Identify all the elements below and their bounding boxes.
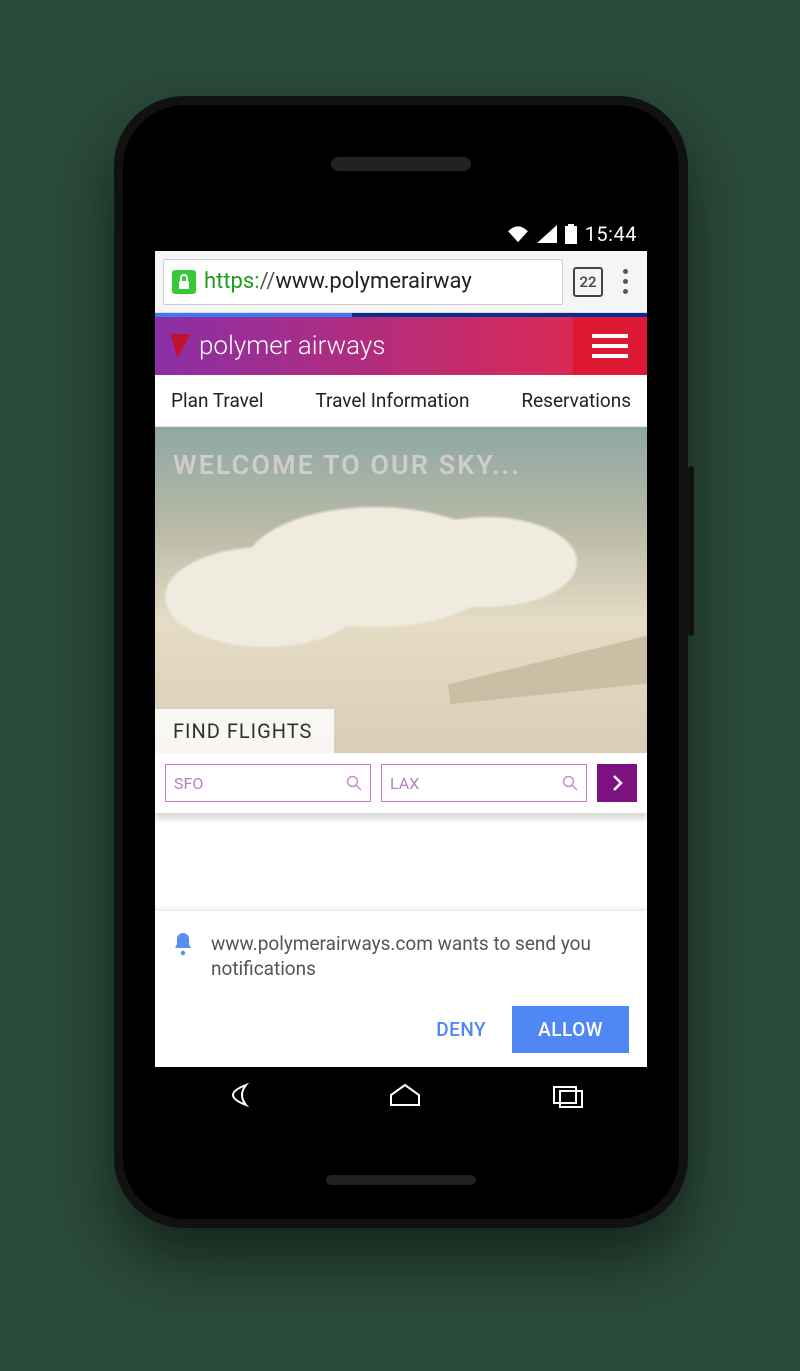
android-status-bar: 15:44 <box>155 217 647 251</box>
brand-name: polymer airways <box>199 331 385 361</box>
earpiece-speaker <box>331 157 471 171</box>
url-bar[interactable]: https://www.polymerairway <box>163 259 563 305</box>
search-icon <box>562 775 578 791</box>
airplane-wing-decoration <box>445 632 647 705</box>
brand-logo-icon <box>167 334 190 358</box>
url-scheme: https: <box>204 269 260 294</box>
bottom-speaker <box>326 1175 476 1185</box>
power-button <box>688 466 694 636</box>
allow-button[interactable]: ALLOW <box>512 1006 629 1053</box>
phone-bezel: 15:44 https://www.polymerairway 22 <box>123 105 679 1219</box>
tab-switcher-button[interactable]: 22 <box>573 267 603 297</box>
hamburger-menu-button[interactable] <box>573 317 647 375</box>
brand[interactable]: polymer airways <box>155 317 573 375</box>
hero-title: WELCOME TO OUR SKY... <box>155 427 647 481</box>
nav-item-travel-information[interactable]: Travel Information <box>315 389 469 412</box>
url-slashes: // <box>260 269 276 294</box>
url-domain: www.polymerairway <box>275 269 471 294</box>
lock-icon <box>172 270 196 294</box>
cell-signal-icon <box>537 225 557 243</box>
wifi-icon <box>507 225 529 243</box>
recents-button[interactable] <box>546 1081 586 1113</box>
notification-permission-dialog: www.polymerairways.com wants to send you… <box>155 911 647 1067</box>
cloud-decoration <box>397 517 577 607</box>
find-flights-tab[interactable]: FIND FLIGHTS <box>155 709 334 753</box>
nav-item-reservations[interactable]: Reservations <box>521 389 631 412</box>
hero: WELCOME TO OUR SKY... FIND FLIGHTS <box>155 427 647 753</box>
flight-search-row: SFO LAX <box>155 753 647 813</box>
deny-button[interactable]: DENY <box>436 1018 486 1041</box>
to-airport-input[interactable]: LAX <box>381 764 587 802</box>
battery-icon <box>565 224 577 244</box>
phone-frame: 15:44 https://www.polymerairway 22 <box>114 96 688 1228</box>
android-nav-bar <box>155 1067 647 1127</box>
site-header: polymer airways <box>155 317 647 375</box>
browser-menu-button[interactable] <box>613 263 637 301</box>
to-airport-value: LAX <box>390 774 419 793</box>
tab-count: 22 <box>579 273 596 291</box>
home-button[interactable] <box>385 1081 425 1113</box>
status-time: 15:44 <box>585 222 637 246</box>
search-icon <box>346 775 362 791</box>
search-submit-button[interactable] <box>597 764 637 802</box>
cloud-decoration <box>165 547 365 647</box>
browser-toolbar: https://www.polymerairway 22 <box>155 251 647 313</box>
back-button[interactable] <box>216 1081 264 1113</box>
site-nav: Plan Travel Travel Information Reservati… <box>155 375 647 427</box>
permission-text: www.polymerairways.com wants to send you… <box>211 931 629 982</box>
nav-item-plan-travel[interactable]: Plan Travel <box>171 389 263 412</box>
from-airport-input[interactable]: SFO <box>165 764 371 802</box>
screen: 15:44 https://www.polymerairway 22 <box>155 217 647 1127</box>
bell-icon <box>171 931 195 957</box>
from-airport-value: SFO <box>174 774 203 793</box>
